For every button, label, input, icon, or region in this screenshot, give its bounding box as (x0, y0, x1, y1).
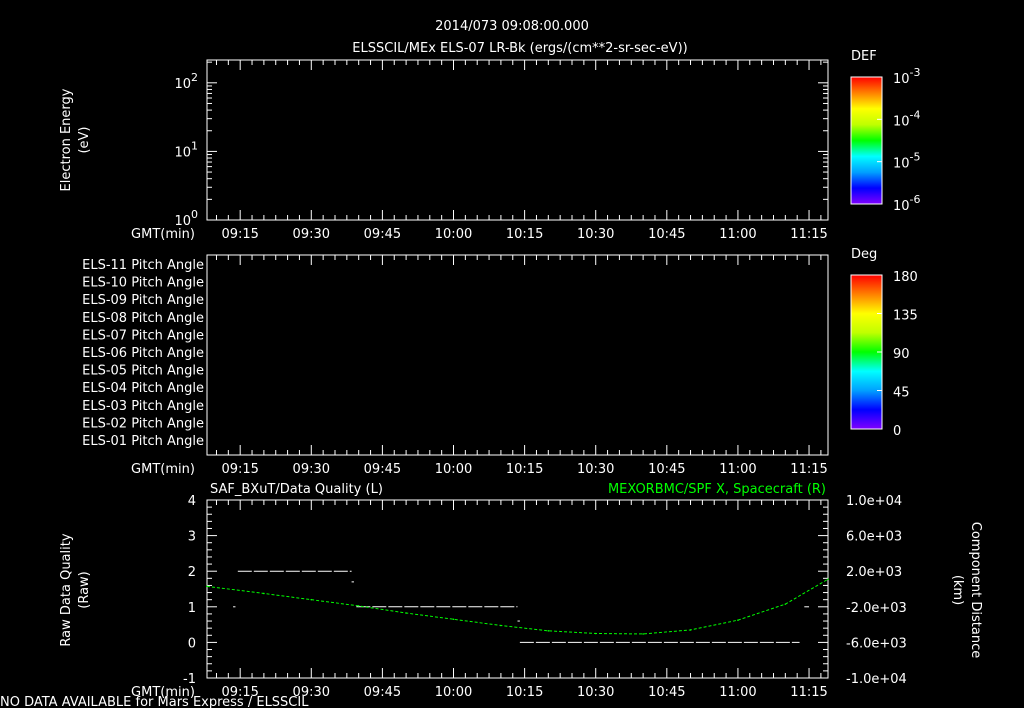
x-tick-label: 09:30 (293, 462, 330, 477)
y-left-axis-label: Raw Data Quality (59, 533, 74, 646)
x-tick-label: 10:45 (648, 685, 685, 700)
x-tick-label: 09:15 (221, 685, 258, 700)
x-axis-label: GMT(min) (131, 227, 195, 242)
spacecraft-x-point (547, 630, 550, 632)
y-left-tick-label: 3 (188, 530, 196, 545)
colorbar-tick-label: 45 (893, 386, 910, 401)
y-axis-label: Electron Energy (59, 88, 74, 191)
pitch-angle-row-label: ELS-10 Pitch Angle (82, 276, 204, 291)
colorbar-title: Deg (851, 247, 877, 262)
y-right-tick-label: -6.0e+03 (846, 636, 907, 651)
y-left-tick-label: 0 (188, 636, 196, 651)
pitch-angle-row-label: ELS-04 Pitch Angle (82, 381, 204, 396)
pitch-angle-row-label: ELS-09 Pitch Angle (82, 293, 204, 308)
x-tick-label: 11:15 (790, 227, 827, 242)
colorbar-title: DEF (851, 49, 877, 64)
colorbar-tick-label: 0 (893, 424, 901, 439)
spacecraft-x-point (263, 592, 265, 595)
pitch-angle-row-label: ELS-01 Pitch Angle (82, 434, 204, 449)
pitch-angle-frame (206, 254, 829, 456)
x-tick-label: 10:15 (506, 685, 543, 700)
spacecraft-x-point (206, 585, 208, 588)
pitch-angle-row-label: ELS-02 Pitch Angle (82, 416, 204, 431)
x-tick-label: 09:45 (364, 462, 401, 477)
colorbar-tick-label: 10-5 (893, 151, 921, 172)
y-left-axis-label: (Raw) (77, 571, 92, 609)
x-tick-label: 10:30 (577, 685, 614, 700)
colorbar-tick-label: 10-6 (893, 193, 921, 214)
spacecraft-x-point (500, 624, 502, 627)
x-tick-label: 10:00 (435, 227, 472, 242)
x-tick-label: 10:30 (577, 227, 614, 242)
x-tick-label: 11:00 (719, 462, 756, 477)
colorbar-tick-label: 135 (893, 309, 918, 324)
spacecraft-x-point (827, 578, 829, 581)
x-tick-label: 10:00 (435, 685, 472, 700)
y-right-axis-label: Component Distance (968, 522, 983, 658)
y-right-tick-label: 1.0e+04 (846, 494, 902, 509)
y-right-tick-label: -1.0e+04 (846, 672, 907, 687)
y-left-tick-label: 2 (188, 565, 196, 580)
x-tick-label: 09:30 (293, 685, 330, 700)
x-tick-label: 09:45 (364, 685, 401, 700)
x-tick-label: 11:15 (790, 462, 827, 477)
colorbar-tick-label: 90 (893, 347, 910, 362)
spacecraft-x-point (689, 629, 692, 631)
x-tick-label: 09:15 (221, 462, 258, 477)
pitch-angle-row-label: ELS-08 Pitch Angle (82, 311, 204, 326)
plot-canvas: 2014/073 09:08:00.000 ELSSCIL/MEx ELS-07… (0, 19, 983, 708)
x-tick-label: 11:00 (719, 227, 756, 242)
colorbar-tick-label: 10-4 (893, 108, 921, 129)
y-right-tick-label: 6.0e+03 (846, 530, 902, 545)
x-tick-label: 10:00 (435, 462, 472, 477)
spacecraft-x-point (310, 598, 313, 601)
colorbar-tick-label: 10-3 (893, 66, 921, 87)
spacecraft-x-point (784, 603, 787, 605)
pitch-angle-row-label: ELS-07 Pitch Angle (82, 328, 204, 343)
def-colorbar (850, 76, 883, 205)
x-axis-label: GMT(min) (131, 685, 195, 700)
x-axis-label: GMT(min) (131, 462, 195, 477)
spacecraft-x-point (594, 632, 597, 635)
title-line2: ELSSCIL/MEx ELS-07 LR-Bk (ergs/(cm**2-sr… (352, 41, 687, 56)
line-plot-frame (206, 499, 829, 679)
pitch-angle-row-label: ELS-05 Pitch Angle (82, 364, 204, 379)
y-left-tick-label: 1 (188, 601, 196, 616)
x-tick-label: 09:45 (364, 227, 401, 242)
spacecraft-x-point (452, 618, 455, 621)
y-left-tick-label: 4 (188, 494, 196, 509)
x-tick-label: 09:15 (221, 227, 258, 242)
y-tick-label: 100 (174, 208, 198, 229)
right-series-title: MEXORBMC/SPF X, Spacecraft (R) (608, 482, 826, 497)
y-right-tick-label: 2.0e+03 (846, 565, 902, 580)
colorbar-tick-label: 180 (893, 270, 918, 285)
spacecraft-x-point (737, 619, 739, 621)
energy-spectrogram-frame (206, 59, 829, 221)
x-tick-label: 11:00 (719, 685, 756, 700)
pitch-angle-row-label: ELS-03 Pitch Angle (82, 399, 204, 414)
pitch-angle-row-label: ELS-11 Pitch Angle (82, 258, 204, 273)
y-tick-label: 101 (174, 139, 198, 160)
x-tick-label: 10:45 (648, 227, 685, 242)
y-right-tick-label: -2.0e+03 (846, 601, 907, 616)
x-tick-label: 10:30 (577, 462, 614, 477)
y-right-axis-label: (km) (950, 575, 965, 605)
pitch-angle-row-label: ELS-06 Pitch Angle (82, 346, 204, 361)
y-tick-label: 102 (174, 71, 198, 92)
spacecraft-x-point (405, 612, 407, 614)
y-axis-label: (eV) (77, 126, 92, 153)
x-tick-label: 10:15 (506, 462, 543, 477)
x-tick-label: 11:15 (790, 685, 827, 700)
x-tick-label: 09:30 (293, 227, 330, 242)
title-line1: 2014/073 09:08:00.000 (435, 19, 589, 34)
spacecraft-x-point (642, 633, 644, 635)
x-tick-label: 10:15 (506, 227, 543, 242)
spacecraft-x-point (357, 605, 360, 607)
left-series-title: SAF_BXuT/Data Quality (L) (210, 482, 383, 497)
x-tick-label: 10:45 (648, 462, 685, 477)
